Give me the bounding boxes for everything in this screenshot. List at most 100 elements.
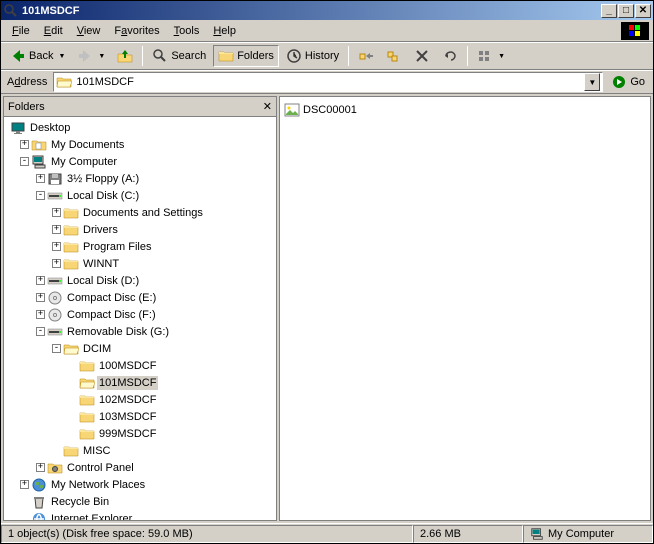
menubar: File Edit View Favorites Tools Help — [1, 20, 653, 42]
move-to-button[interactable] — [353, 45, 379, 67]
chevron-down-icon: ▼ — [58, 53, 65, 60]
copy-icon — [386, 48, 402, 64]
expand-toggle[interactable]: + — [52, 225, 61, 234]
statusbar: 1 object(s) (Disk free space: 59.0 MB) 2… — [1, 523, 653, 543]
documents-icon — [31, 137, 47, 153]
address-input[interactable]: 101MSDCF ▼ — [53, 72, 603, 92]
views-button[interactable]: ▼ — [472, 45, 510, 67]
tree-desktop[interactable]: Desktop — [6, 119, 274, 136]
status-location: My Computer — [523, 525, 653, 543]
close-button[interactable]: ✕ — [635, 4, 651, 18]
move-icon — [358, 48, 374, 64]
expand-toggle[interactable]: + — [36, 276, 45, 285]
content-area: Folders ✕ Desktop +My Documents -My Comp… — [1, 94, 653, 523]
tree-program-files[interactable]: +Program Files — [6, 238, 274, 255]
tree-102msdcf[interactable]: 102MSDCF — [6, 391, 274, 408]
expand-toggle[interactable]: + — [36, 310, 45, 319]
expand-toggle[interactable]: + — [52, 242, 61, 251]
cd-icon — [47, 290, 63, 306]
tree-recycle-bin[interactable]: Recycle Bin — [6, 493, 274, 510]
expand-toggle[interactable]: + — [36, 463, 45, 472]
tree-local-disk-c[interactable]: -Local Disk (C:) — [6, 187, 274, 204]
collapse-toggle[interactable]: - — [52, 344, 61, 353]
control-panel-icon — [47, 460, 63, 476]
menu-view[interactable]: View — [70, 23, 108, 39]
menu-file[interactable]: File — [5, 23, 37, 39]
folder-icon — [79, 392, 95, 408]
tree-101msdcf[interactable]: 101MSDCF — [6, 374, 274, 391]
delete-button[interactable] — [409, 45, 435, 67]
folder-icon — [56, 74, 72, 90]
address-label: Address — [5, 76, 49, 88]
tree-documents-settings[interactable]: +Documents and Settings — [6, 204, 274, 221]
folder-icon — [79, 426, 95, 442]
collapse-toggle[interactable]: - — [20, 157, 29, 166]
status-objects: 1 object(s) (Disk free space: 59.0 MB) — [1, 525, 413, 543]
menu-tools[interactable]: Tools — [167, 23, 207, 39]
tree-cd-e[interactable]: +Compact Disc (E:) — [6, 289, 274, 306]
tree-dcim[interactable]: -DCIM — [6, 340, 274, 357]
up-icon — [117, 48, 133, 64]
folder-icon — [79, 409, 95, 425]
tree-control-panel[interactable]: +Control Panel — [6, 459, 274, 476]
chevron-down-icon: ▼ — [498, 53, 505, 60]
tree-winnt[interactable]: +WINNT — [6, 255, 274, 272]
tree-100msdcf[interactable]: 100MSDCF — [6, 357, 274, 374]
titlebar[interactable]: 101MSDCF _ □ ✕ — [1, 1, 653, 20]
undo-button[interactable] — [437, 45, 463, 67]
collapse-toggle[interactable]: - — [36, 191, 45, 200]
copy-to-button[interactable] — [381, 45, 407, 67]
computer-icon — [31, 154, 47, 170]
collapse-toggle[interactable]: - — [36, 327, 45, 336]
tree-cd-f[interactable]: +Compact Disc (F:) — [6, 306, 274, 323]
go-icon — [611, 74, 627, 90]
address-dropdown[interactable]: ▼ — [584, 73, 600, 91]
history-icon — [286, 48, 302, 64]
tree-misc[interactable]: MISC — [6, 442, 274, 459]
folder-tree[interactable]: Desktop +My Documents -My Computer +3½ F… — [4, 117, 276, 520]
file-item[interactable]: DSC00001 — [284, 101, 646, 118]
close-pane-button[interactable]: ✕ — [263, 100, 272, 113]
maximize-button[interactable]: □ — [618, 4, 634, 18]
tree-ie[interactable]: Internet Explorer — [6, 510, 274, 520]
folders-button[interactable]: Folders — [213, 45, 279, 67]
search-icon — [152, 48, 168, 64]
file-list-pane[interactable]: DSC00001 — [279, 96, 651, 521]
history-button[interactable]: History — [281, 45, 344, 67]
folders-header: Folders ✕ — [4, 97, 276, 117]
history-label: History — [305, 50, 339, 62]
expand-toggle[interactable]: + — [52, 208, 61, 217]
minimize-button[interactable]: _ — [601, 4, 617, 18]
tree-my-documents[interactable]: +My Documents — [6, 136, 274, 153]
separator — [467, 46, 468, 66]
tree-removable-g[interactable]: -Removable Disk (G:) — [6, 323, 274, 340]
expand-toggle[interactable]: + — [20, 480, 29, 489]
menu-edit[interactable]: Edit — [37, 23, 70, 39]
expand-toggle[interactable]: + — [52, 259, 61, 268]
window-icon — [3, 3, 19, 19]
tree-network-places[interactable]: +My Network Places — [6, 476, 274, 493]
menu-favorites[interactable]: Favorites — [107, 23, 166, 39]
back-button[interactable]: Back ▼ — [5, 45, 70, 67]
separator — [142, 46, 143, 66]
menu-help[interactable]: Help — [206, 23, 243, 39]
tree-999msdcf[interactable]: 999MSDCF — [6, 425, 274, 442]
tree-local-disk-d[interactable]: +Local Disk (D:) — [6, 272, 274, 289]
drive-icon — [47, 188, 63, 204]
tree-my-computer[interactable]: -My Computer — [6, 153, 274, 170]
folder-icon — [79, 358, 95, 374]
up-button[interactable] — [112, 45, 138, 67]
expand-toggle[interactable]: + — [20, 140, 29, 149]
expand-toggle[interactable]: + — [36, 174, 45, 183]
undo-icon — [442, 48, 458, 64]
tree-drivers[interactable]: +Drivers — [6, 221, 274, 238]
separator — [348, 46, 349, 66]
back-label: Back — [29, 50, 53, 62]
go-button[interactable]: Go — [607, 72, 649, 92]
tree-floppy-a[interactable]: +3½ Floppy (A:) — [6, 170, 274, 187]
search-button[interactable]: Search — [147, 45, 211, 67]
network-icon — [31, 477, 47, 493]
tree-103msdcf[interactable]: 103MSDCF — [6, 408, 274, 425]
expand-toggle[interactable]: + — [36, 293, 45, 302]
forward-button[interactable]: ▼ — [72, 45, 110, 67]
